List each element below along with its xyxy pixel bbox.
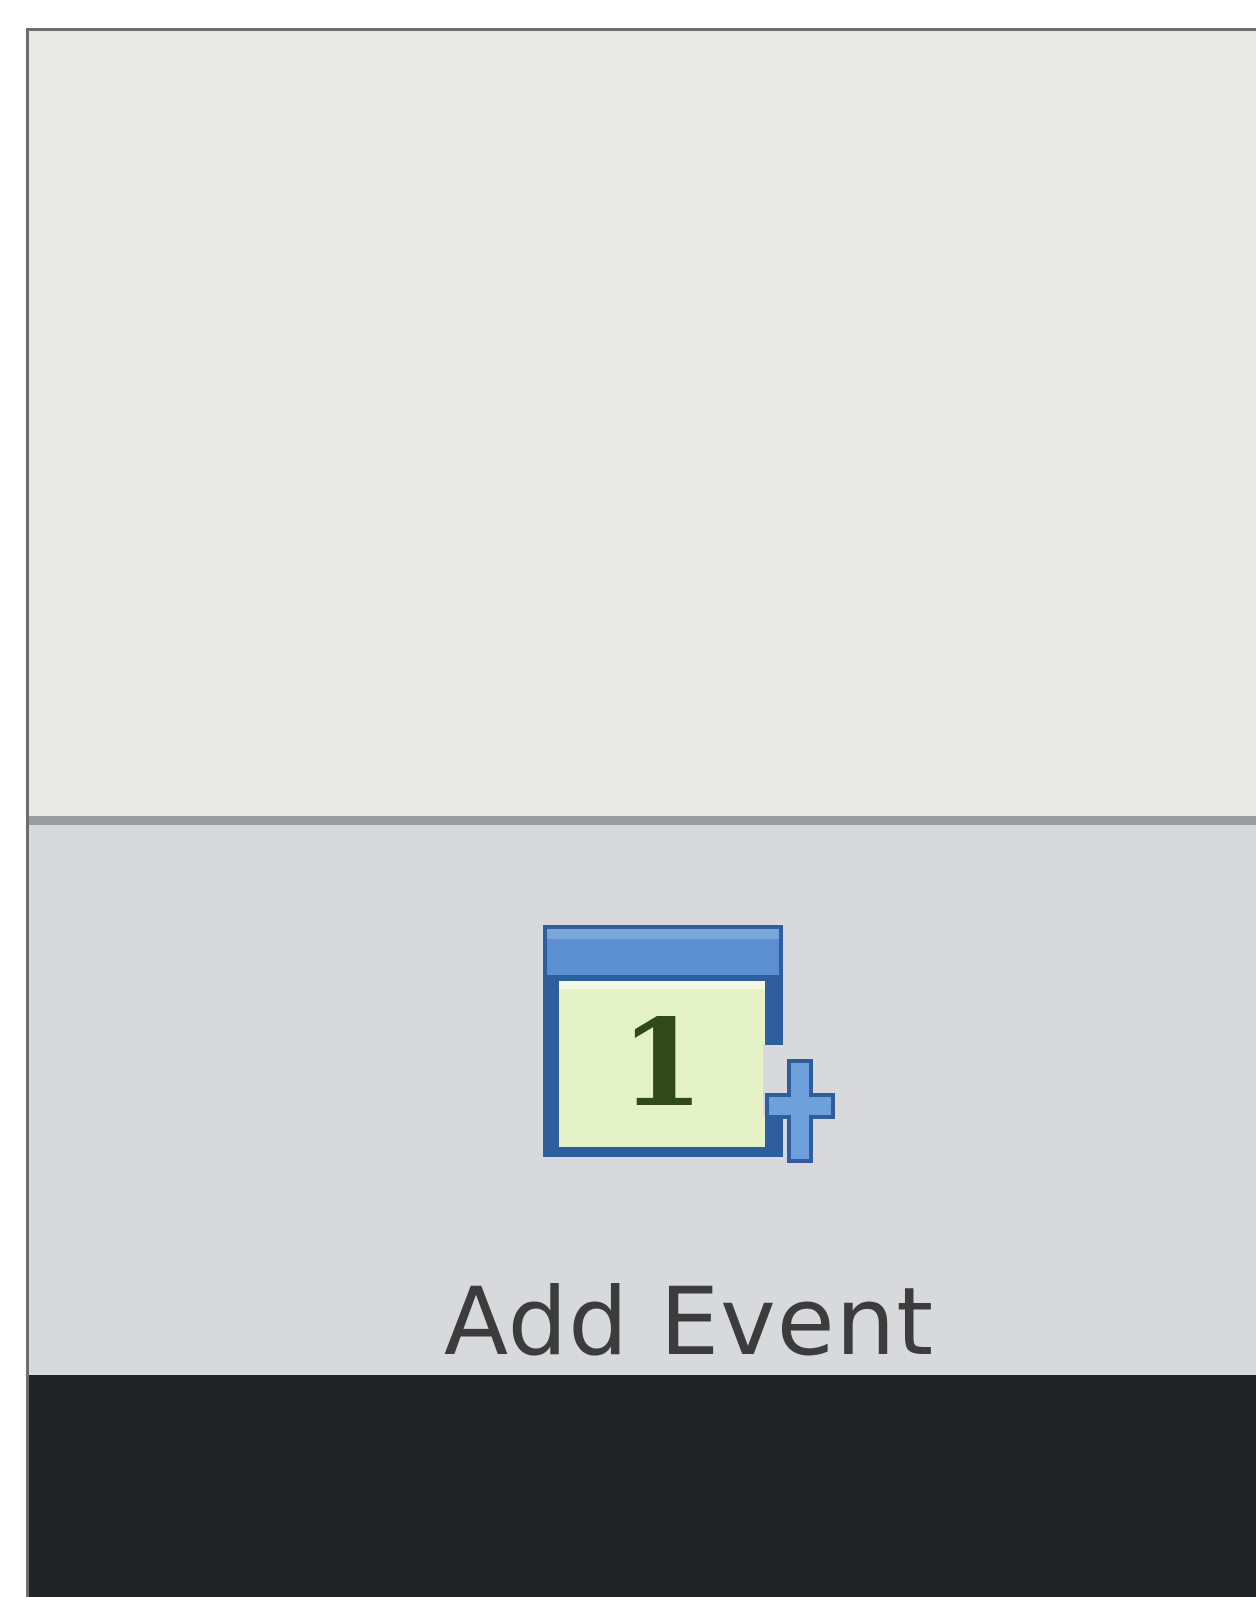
bottom-bar bbox=[29, 1375, 1256, 1597]
ribbon-toolbar: 1 Add Event bbox=[29, 825, 1256, 1377]
add-event-label: Add Event bbox=[443, 1268, 935, 1377]
content-pane bbox=[29, 31, 1256, 816]
calendar-day-number: 1 bbox=[620, 993, 704, 1134]
calendar-add-icon: 1 bbox=[543, 925, 835, 1163]
add-event-button[interactable]: 1 Add Event bbox=[419, 885, 959, 1377]
pane-divider bbox=[29, 816, 1256, 825]
app-window: 1 Add Event bbox=[26, 28, 1256, 1597]
